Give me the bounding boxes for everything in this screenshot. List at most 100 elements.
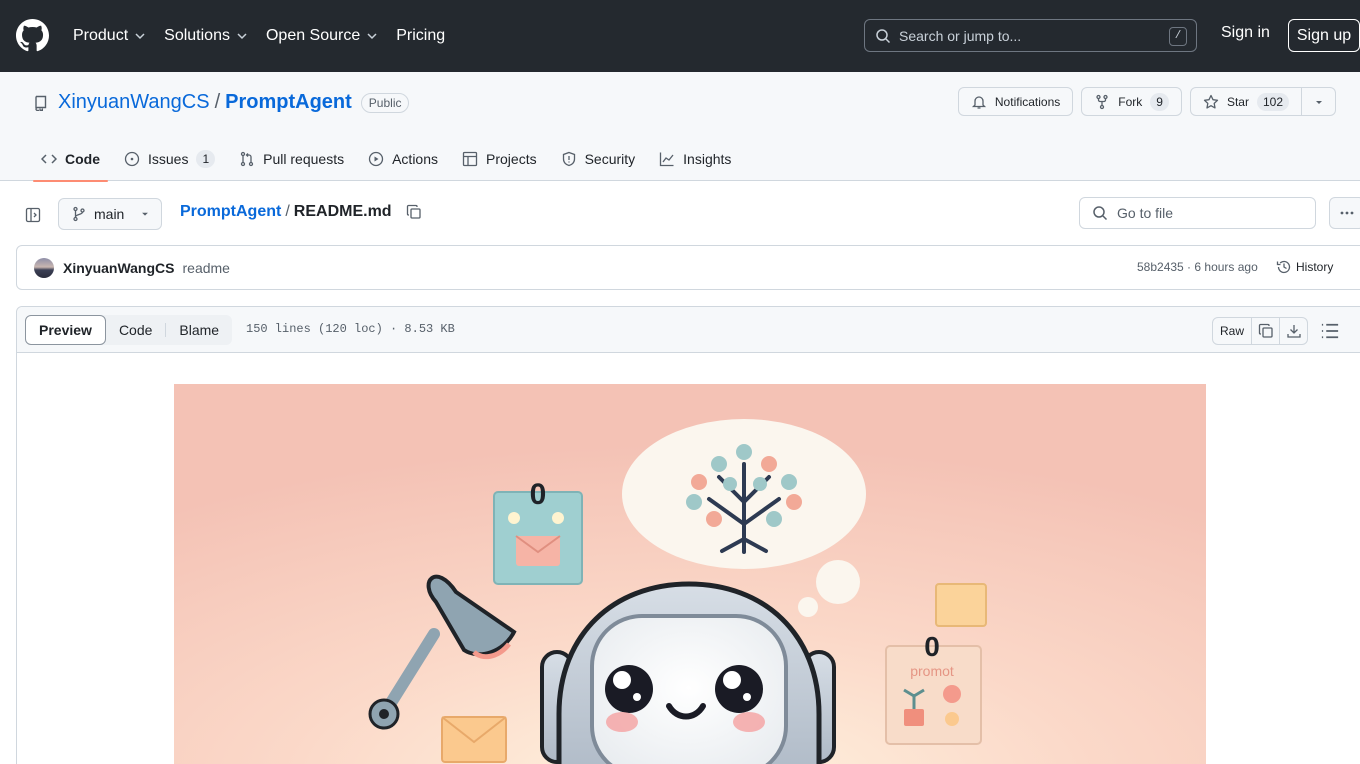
star-list-dropdown[interactable] bbox=[1302, 87, 1336, 116]
commit-meta[interactable]: 58b2435 · 6 hours ago bbox=[1137, 260, 1258, 274]
more-options-button[interactable] bbox=[1329, 197, 1360, 229]
nav-open-source[interactable]: Open Source bbox=[266, 27, 378, 45]
github-logo-icon[interactable] bbox=[16, 19, 49, 52]
calendar-note-left: 0 bbox=[493, 478, 583, 585]
tab-code[interactable]: Code bbox=[33, 136, 108, 182]
tab-insights[interactable]: Insights bbox=[651, 136, 739, 181]
outline-list-icon[interactable] bbox=[1320, 321, 1340, 341]
repo-owner-link[interactable]: XinyuanWangCS bbox=[58, 91, 210, 114]
blame-mode-button[interactable]: Blame bbox=[166, 315, 232, 345]
repo-name-link[interactable]: PromptAgent bbox=[225, 91, 352, 114]
notifications-label: Notifications bbox=[994, 94, 1061, 109]
copy-path-icon[interactable] bbox=[406, 204, 422, 220]
repo-header: XinyuanWangCS / PromptAgent Public Notif… bbox=[0, 72, 1360, 182]
repo-separator: / bbox=[214, 91, 221, 113]
calendar-note-right: 0 promot bbox=[885, 631, 982, 745]
global-search-input[interactable]: Search or jump to... / bbox=[864, 19, 1197, 52]
tab-security-label: Security bbox=[584, 150, 636, 167]
code-icon bbox=[41, 153, 57, 164]
search-placeholder: Search or jump to... bbox=[899, 27, 1022, 44]
nav-product-label: Product bbox=[73, 27, 129, 44]
view-mode-toggle: Preview Code Blame bbox=[25, 315, 233, 345]
repo-tabs: Code Issues 1 Pull requests Actions Proj… bbox=[33, 136, 747, 182]
file-info: 150 lines (120 loc) · 8.53 KB bbox=[246, 322, 455, 336]
star-group: Star 102 bbox=[1189, 87, 1336, 116]
download-raw-button[interactable] bbox=[1280, 317, 1308, 345]
file-viewer: Preview Code Blame 150 lines (120 loc) ·… bbox=[16, 306, 1360, 764]
tab-insights-label: Insights bbox=[683, 150, 732, 167]
star-label: Star bbox=[1226, 94, 1249, 109]
nav-solutions[interactable]: Solutions bbox=[164, 27, 248, 45]
tab-pull-requests-label: Pull requests bbox=[263, 150, 345, 167]
triangle-down-icon bbox=[142, 212, 149, 216]
nav-open-source-label: Open Source bbox=[265, 27, 361, 44]
history-button[interactable]: History bbox=[1276, 259, 1333, 275]
global-header: Product Solutions Open Source Pricing Se… bbox=[0, 0, 1360, 72]
raw-button[interactable]: Raw bbox=[1212, 317, 1252, 345]
pull-request-icon bbox=[241, 151, 254, 166]
download-icon bbox=[1286, 325, 1301, 338]
breadcrumb-repo-link[interactable]: PromptAgent bbox=[180, 203, 281, 221]
sticky-note bbox=[935, 583, 987, 627]
history-label: History bbox=[1296, 260, 1334, 274]
latest-commit-box: XinyuanWangCS readme 58b2435 · 6 hours a… bbox=[16, 245, 1360, 290]
star-button[interactable]: Star 102 bbox=[1189, 87, 1302, 116]
nav-product[interactable]: Product bbox=[73, 27, 146, 45]
commit-message-link[interactable]: readme bbox=[183, 260, 230, 276]
repo-actions: Notifications Fork 9 Star 102 bbox=[950, 87, 1336, 116]
issues-count: 1 bbox=[196, 149, 216, 168]
visibility-badge: Public bbox=[360, 92, 410, 113]
bell-icon bbox=[971, 95, 986, 109]
star-icon bbox=[1203, 94, 1219, 109]
go-to-file-placeholder: Go to file bbox=[1117, 205, 1174, 221]
tab-projects[interactable]: Projects bbox=[454, 136, 545, 181]
file-viewer-header: Preview Code Blame 150 lines (120 loc) ·… bbox=[17, 307, 1360, 353]
calendar-left-digit: 0 bbox=[530, 478, 547, 511]
avatar[interactable] bbox=[34, 257, 54, 278]
triangle-down-icon bbox=[1315, 100, 1322, 104]
nav-pricing-label: Pricing bbox=[396, 27, 446, 44]
fork-count: 9 bbox=[1150, 92, 1169, 111]
tab-security[interactable]: Security bbox=[553, 136, 644, 181]
star-count: 102 bbox=[1256, 92, 1289, 111]
tab-pull-requests[interactable]: Pull requests bbox=[231, 136, 352, 181]
branch-selector[interactable]: main bbox=[58, 198, 162, 230]
notifications-button[interactable]: Notifications bbox=[957, 87, 1074, 116]
tab-issues-label: Issues bbox=[148, 150, 189, 167]
sign-up-button[interactable]: Sign up bbox=[1288, 19, 1360, 52]
chevron-down-icon bbox=[237, 33, 247, 40]
preview-mode-button[interactable]: Preview bbox=[25, 315, 106, 345]
sidebar-toggle-button[interactable] bbox=[17, 199, 49, 231]
copy-icon bbox=[1258, 323, 1273, 338]
global-nav: Product Solutions Open Source Pricing bbox=[73, 0, 463, 72]
chevron-down-icon bbox=[135, 33, 145, 40]
table-icon bbox=[462, 151, 478, 166]
breadcrumb: PromptAgent / README.md bbox=[180, 203, 422, 221]
repo-icon bbox=[35, 95, 47, 111]
note-text: promot bbox=[910, 663, 954, 679]
breadcrumb-separator: / bbox=[285, 203, 290, 220]
search-icon bbox=[1093, 206, 1108, 221]
envelope-icon bbox=[441, 716, 507, 763]
readme-hero-image: 0 0 promot bbox=[174, 384, 1206, 764]
kebab-horizontal-icon bbox=[1340, 211, 1354, 215]
fork-icon bbox=[1096, 94, 1108, 109]
search-icon bbox=[876, 28, 891, 43]
graph-icon bbox=[660, 152, 674, 166]
copy-raw-button[interactable] bbox=[1252, 317, 1280, 345]
tab-actions[interactable]: Actions bbox=[360, 136, 446, 181]
fork-button[interactable]: Fork 9 bbox=[1081, 87, 1182, 116]
tab-projects-label: Projects bbox=[486, 150, 537, 167]
tab-actions-label: Actions bbox=[392, 150, 439, 167]
go-to-file-input[interactable]: Go to file bbox=[1079, 197, 1316, 229]
code-mode-button[interactable]: Code bbox=[106, 315, 165, 345]
branch-name: main bbox=[94, 206, 125, 222]
nav-pricing[interactable]: Pricing bbox=[396, 27, 445, 45]
sign-in-link[interactable]: Sign in bbox=[1221, 24, 1270, 42]
commit-author-link[interactable]: XinyuanWangCS bbox=[63, 260, 175, 276]
tab-issues[interactable]: Issues 1 bbox=[116, 136, 223, 181]
nav-solutions-label: Solutions bbox=[164, 27, 230, 44]
repo-title: XinyuanWangCS / PromptAgent Public bbox=[33, 91, 410, 114]
tab-code-label: Code bbox=[65, 150, 100, 167]
play-icon bbox=[368, 151, 384, 166]
